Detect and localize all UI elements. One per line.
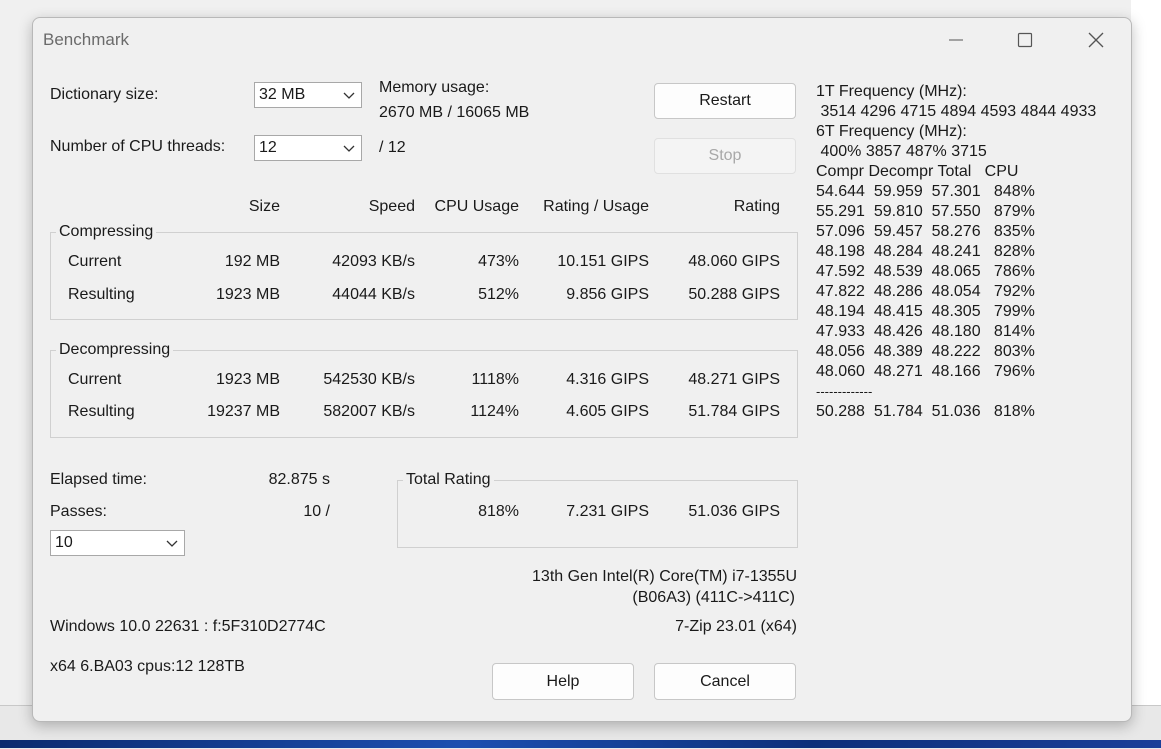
freq-1t-values: 3514 4296 4715 4894 4593 4844 4933 — [816, 103, 1097, 120]
version-info: 7-Zip 23.01 (x64) — [675, 618, 797, 635]
minimize-icon — [949, 39, 963, 41]
help-button[interactable]: Help — [492, 663, 634, 700]
taskbar — [0, 740, 1161, 748]
dictionary-size-value: 32 MB — [259, 86, 306, 103]
row-size: 1923 MB — [215, 286, 280, 303]
results-row: 55.291 59.810 57.550 879% — [816, 203, 1035, 220]
freq-1t-label: 1T Frequency (MHz): — [816, 83, 967, 100]
cpu-threads-value: 12 — [259, 139, 277, 156]
total-rating-usage: 7.231 GIPS — [566, 503, 649, 520]
column-header-size: Size — [248, 198, 280, 215]
row-size: 1923 MB — [215, 371, 280, 388]
chevron-down-icon — [343, 145, 355, 152]
row-rating-usage: 4.605 GIPS — [566, 403, 649, 420]
cancel-button[interactable]: Cancel — [654, 663, 796, 700]
row-rating: 51.784 GIPS — [688, 403, 780, 420]
system-info: x64 6.BA03 cpus:12 128TB — [50, 658, 245, 675]
total-rating-value: 51.036 GIPS — [688, 503, 780, 520]
chevron-down-icon — [343, 92, 355, 99]
total-rating-label: Total Rating — [403, 471, 494, 489]
freq-6t-label: 6T Frequency (MHz): — [816, 123, 967, 140]
column-header-rating: Rating — [733, 198, 780, 215]
column-header-rating-usage: Rating / Usage — [543, 198, 649, 215]
decompressing-group — [50, 350, 798, 438]
row-rating-usage: 9.856 GIPS — [566, 286, 649, 303]
results-row: 47.592 48.539 48.065 786% — [816, 263, 1035, 280]
elapsed-time-label: Elapsed time: — [50, 471, 147, 488]
row-cpu-usage: 1124% — [470, 403, 519, 420]
benchmark-window: Benchmark Dictionary size: 32 MB Number … — [32, 17, 1132, 722]
cpu-model: 13th Gen Intel(R) Core(TM) i7-1355U — [532, 568, 797, 585]
compressing-label: Compressing — [56, 223, 157, 241]
cpu-threads-select[interactable]: 12 — [254, 135, 362, 161]
row-rating: 50.288 GIPS — [688, 286, 780, 303]
results-separator: ------------- — [816, 384, 873, 399]
cpu-threads-max: / 12 — [379, 139, 406, 156]
maximize-icon — [1017, 32, 1033, 48]
chevron-down-icon — [166, 540, 178, 547]
row-rating-usage: 4.316 GIPS — [566, 371, 649, 388]
row-speed: 542530 KB/s — [323, 371, 415, 388]
restart-button[interactable]: Restart — [654, 83, 796, 119]
row-speed: 42093 KB/s — [332, 253, 415, 270]
row-name: Current — [68, 371, 122, 388]
row-size: 19237 MB — [207, 403, 280, 420]
memory-usage-value: 2670 MB / 16065 MB — [379, 104, 530, 121]
total-cpu-usage: 818% — [478, 503, 519, 520]
results-row: 47.933 48.426 48.180 814% — [816, 323, 1035, 340]
dictionary-size-select[interactable]: 32 MB — [254, 82, 362, 108]
freq-6t-values: 400% 3857 487% 3715 — [816, 143, 987, 160]
row-speed: 582007 KB/s — [323, 403, 415, 420]
column-header-speed: Speed — [368, 198, 415, 215]
row-size: 192 MB — [224, 253, 280, 270]
results-row: 57.096 59.457 58.276 835% — [816, 223, 1035, 240]
results-row: 48.056 48.389 48.222 803% — [816, 343, 1035, 360]
passes-value: 10 / — [303, 503, 330, 520]
decompressing-label: Decompressing — [56, 341, 174, 359]
title-bar[interactable]: Benchmark — [33, 18, 1131, 62]
passes-select[interactable]: 10 — [50, 530, 185, 556]
column-header-cpu-usage: CPU Usage — [434, 198, 519, 215]
row-name: Resulting — [68, 286, 135, 303]
results-row: 48.194 48.415 48.305 799% — [816, 303, 1035, 320]
frequency-results-log: 1T Frequency (MHz): 3514 4296 4715 4894 … — [816, 82, 1096, 422]
results-row: 54.644 59.959 57.301 848% — [816, 183, 1035, 200]
close-icon — [1088, 32, 1104, 48]
desktop-background — [1131, 0, 1161, 748]
cpu-id: (B06A3) (411C->411C) — [632, 589, 795, 606]
row-cpu-usage: 473% — [478, 253, 519, 270]
stop-button[interactable]: Stop — [654, 138, 796, 174]
window-title: Benchmark — [43, 30, 129, 49]
row-cpu-usage: 512% — [478, 286, 519, 303]
row-name: Current — [68, 253, 122, 270]
maximize-button[interactable] — [1002, 18, 1048, 62]
row-rating: 48.060 GIPS — [688, 253, 780, 270]
os-info: Windows 10.0 22631 : f:5F310D2774C — [50, 618, 326, 635]
row-rating: 48.271 GIPS — [688, 371, 780, 388]
elapsed-time-value: 82.875 s — [268, 471, 330, 488]
minimize-button[interactable] — [933, 18, 979, 62]
row-rating-usage: 10.151 GIPS — [557, 253, 649, 270]
passes-label: Passes: — [50, 503, 107, 520]
dictionary-size-label: Dictionary size: — [50, 86, 159, 103]
results-row: 48.198 48.284 48.241 828% — [816, 243, 1035, 260]
results-header: Compr Decompr Total CPU — [816, 163, 1019, 180]
close-button[interactable] — [1073, 18, 1119, 62]
cpu-threads-label: Number of CPU threads: — [50, 138, 226, 155]
results-row: 48.060 48.271 48.166 796% — [816, 363, 1035, 380]
row-speed: 44044 KB/s — [332, 286, 415, 303]
row-name: Resulting — [68, 403, 135, 420]
compressing-group — [50, 232, 798, 320]
memory-usage-label: Memory usage: — [379, 79, 490, 96]
passes-select-value: 10 — [55, 534, 73, 551]
results-row: 47.822 48.286 48.054 792% — [816, 283, 1035, 300]
results-total-row: 50.288 51.784 51.036 818% — [816, 403, 1035, 420]
row-cpu-usage: 1118% — [471, 371, 519, 388]
